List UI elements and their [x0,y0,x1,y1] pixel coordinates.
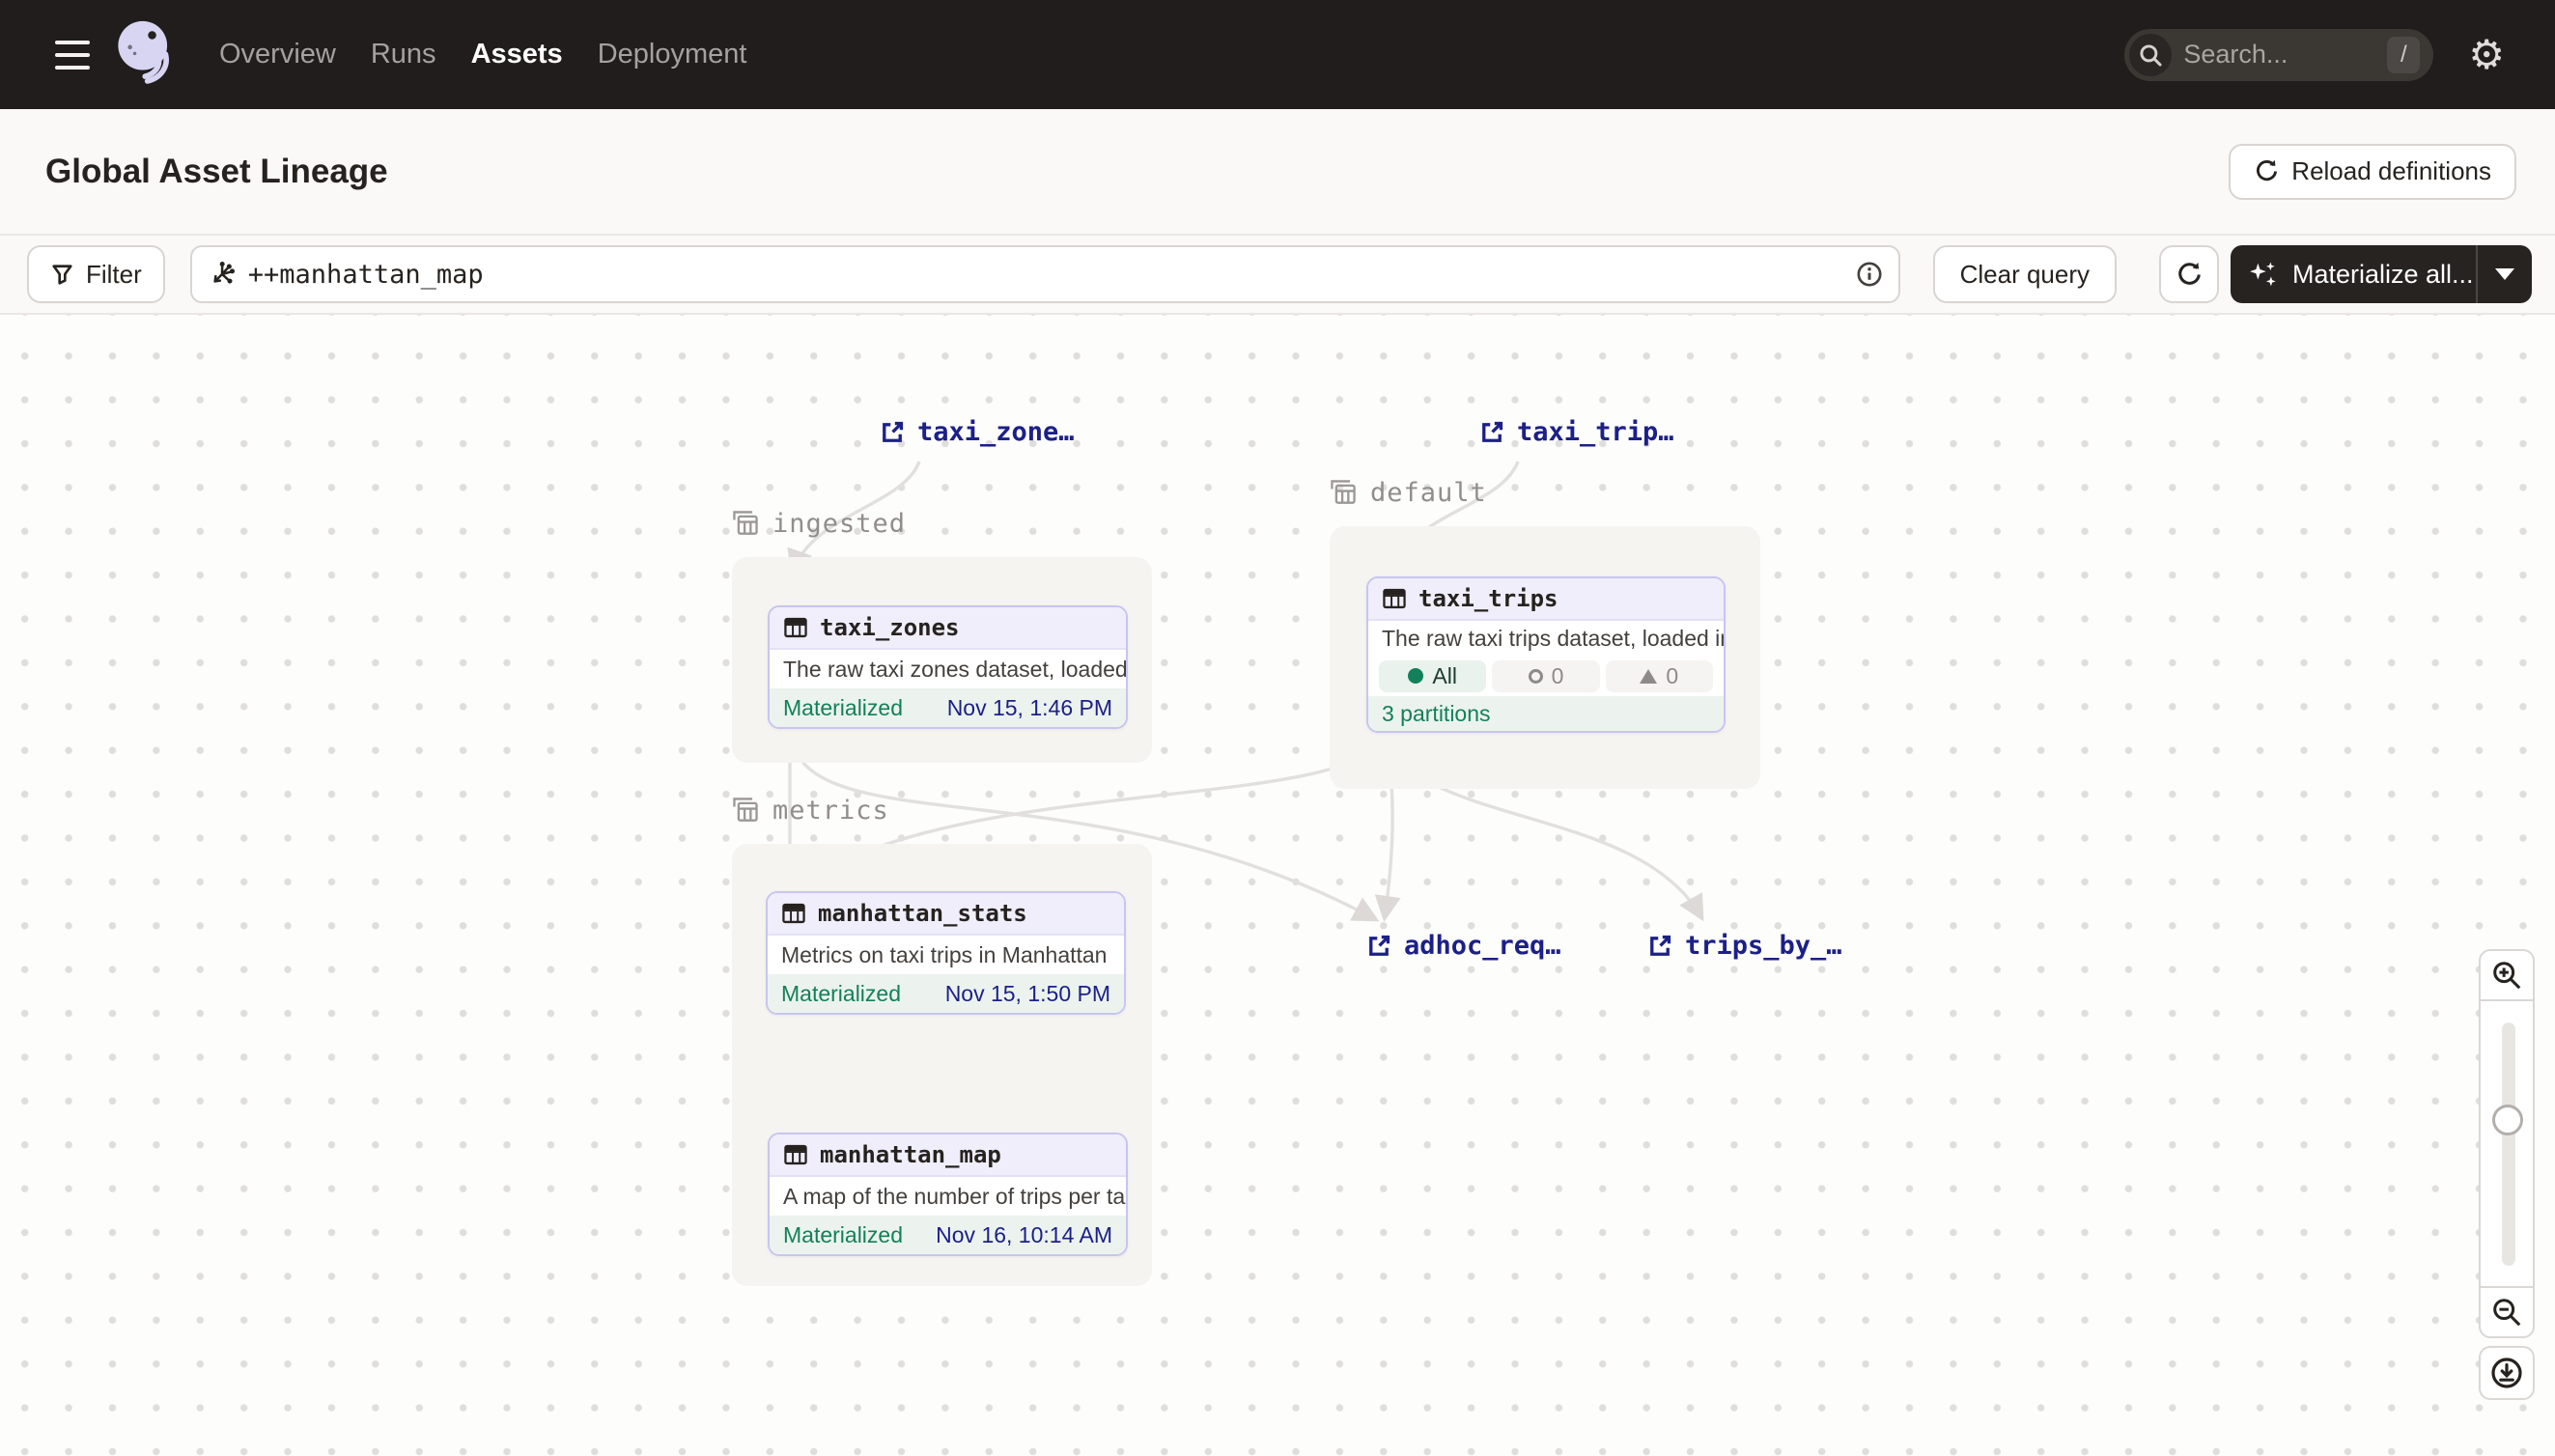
zoom-out-button[interactable] [2479,1286,2535,1338]
refresh-icon [2176,261,2204,289]
zoom-out-icon [2490,1296,2523,1329]
zoom-controls [2479,949,2535,1400]
global-search[interactable]: / [2124,29,2433,81]
refresh-query-button[interactable] [2159,245,2219,303]
asset-node-taxi-trips[interactable]: taxi_trips The raw taxi trips dataset, l… [1366,576,1726,733]
refresh-icon [2254,158,2280,184]
search-input[interactable] [2183,40,2328,70]
status-badge: Materialized [783,695,903,721]
table-icon [781,901,806,926]
download-icon [2489,1356,2524,1390]
slash-shortcut-badge: / [2387,37,2420,73]
nav-item-deployment[interactable]: Deployment [598,39,747,70]
reload-definitions-button[interactable]: Reload definitions [2229,144,2516,200]
lineage-edges [0,315,2555,1456]
group-label-default[interactable]: default [1328,477,1487,508]
success-dot-icon [1408,668,1423,684]
external-link-icon [879,419,906,446]
external-link-icon [1646,933,1673,960]
graph-query-icon [208,260,237,289]
materialization-timestamp[interactable]: Nov 16, 10:14 AM [936,1222,1112,1248]
asset-status-bar: Materialized Nov 15, 1:46 PM [770,688,1126,727]
table-icon [1382,586,1407,611]
warning-triangle-icon [1640,669,1657,684]
materialization-timestamp[interactable]: Nov 15, 1:50 PM [945,981,1110,1007]
table-icon [783,615,808,640]
asset-node-taxi-zones[interactable]: taxi_zones The raw taxi zones dataset, l… [768,605,1128,729]
asset-description: Metrics on taxi trips in Manhattan [768,936,1124,974]
search-icon [2129,34,2172,76]
partitions-all-badge[interactable]: All [1379,660,1486,692]
asset-description: The raw taxi zones dataset, loaded int..… [770,650,1126,688]
asset-status-bar: Materialized Nov 15, 1:50 PM [768,974,1124,1013]
partitions-failed-badge[interactable]: 0 [1606,660,1713,692]
zoom-in-icon [2490,959,2523,992]
clear-query-button[interactable]: Clear query [1933,245,2117,303]
zoom-slider-thumb[interactable] [2492,1105,2523,1135]
zoom-in-button[interactable] [2479,949,2535,1001]
group-table-icon [730,508,761,539]
partitions-count[interactable]: 3 partitions [1382,701,1491,727]
nav-item-overview[interactable]: Overview [219,39,336,70]
filter-button[interactable]: Filter [27,245,165,303]
nav-item-runs[interactable]: Runs [371,39,436,70]
external-link-icon [1478,419,1505,446]
zoom-slider-track[interactable] [2502,1022,2515,1266]
asset-status-bar: 3 partitions [1368,696,1724,731]
dagster-logo [111,14,181,97]
external-asset-taxi-zone[interactable]: taxi_zone… [879,417,1075,447]
hamburger-menu-icon[interactable] [55,41,90,70]
external-asset-taxi-trip[interactable]: taxi_trip… [1478,417,1674,447]
lineage-toolbar: Filter Clear query [0,236,2555,315]
external-link-icon [1365,933,1392,960]
materialization-timestamp[interactable]: Nov 15, 1:46 PM [947,695,1112,721]
missing-ring-icon [1529,669,1543,684]
top-navbar: Overview Runs Assets Deployment / ⚙ [0,0,2555,109]
status-badge: Materialized [781,981,901,1007]
group-table-icon [730,795,761,826]
page-header: Global Asset Lineage Reload definitions [0,109,2555,236]
group-label-metrics[interactable]: metrics [730,795,889,826]
lineage-canvas[interactable]: ingested default metrics taxi_z [0,315,2555,1456]
materialize-all-button[interactable]: Materialize all... [2231,245,2532,303]
external-asset-trips-by[interactable]: trips_by_… [1646,931,1842,961]
status-badge: Materialized [783,1222,903,1248]
nav-item-assets[interactable]: Assets [471,39,563,70]
group-label-ingested[interactable]: ingested [730,508,906,539]
table-icon [783,1142,808,1167]
main-nav: Overview Runs Assets Deployment [219,39,746,70]
info-icon[interactable] [1856,261,1883,288]
group-table-icon [1328,477,1359,508]
partitions-missing-badge[interactable]: 0 [1492,660,1599,692]
asset-description: The raw taxi trips dataset, loaded into … [1368,621,1724,656]
asset-status-bar: Materialized Nov 16, 10:14 AM [770,1216,1126,1254]
chevron-down-icon [2495,268,2514,280]
gear-icon[interactable]: ⚙ [2468,35,2505,75]
external-asset-adhoc-req[interactable]: adhoc_req… [1365,931,1561,961]
zoom-slider[interactable] [2479,1001,2535,1286]
sparkle-icon [2248,259,2279,290]
filter-icon [50,263,74,287]
asset-query-input[interactable] [248,260,1856,290]
asset-node-manhattan-map[interactable]: manhattan_map A map of the number of tri… [768,1133,1128,1256]
asset-query-box[interactable] [190,245,1900,303]
partition-badges: All 0 0 [1368,656,1724,696]
page-title: Global Asset Lineage [45,153,388,191]
download-graph-button[interactable] [2479,1346,2535,1400]
asset-description: A map of the number of trips per taxi z.… [770,1177,1126,1216]
materialize-dropdown-caret[interactable] [2478,268,2532,280]
asset-node-manhattan-stats[interactable]: manhattan_stats Metrics on taxi trips in… [766,891,1126,1015]
